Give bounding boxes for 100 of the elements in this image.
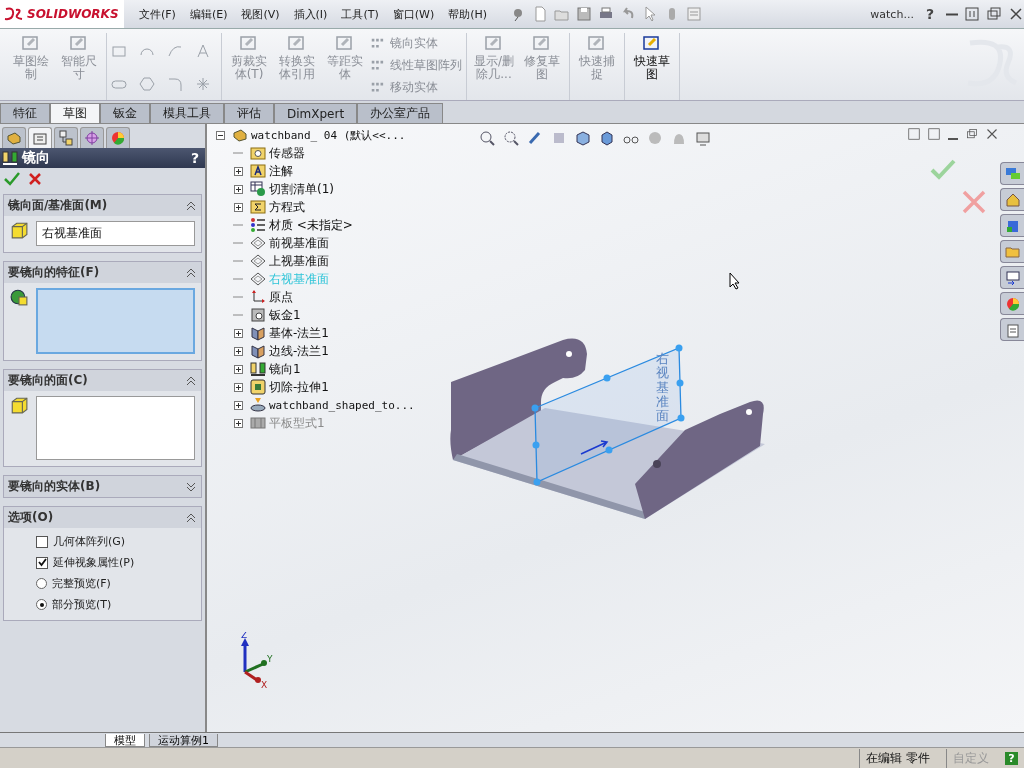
help-button[interactable]: ? <box>190 150 199 166</box>
command-tab[interactable]: 草图 <box>50 103 100 123</box>
menu-item[interactable]: 文件(F) <box>134 4 181 24</box>
expand-icon[interactable] <box>185 481 197 492</box>
tree-item[interactable]: 传感器 <box>269 144 305 162</box>
home-icon <box>1004 191 1021 208</box>
tree-item[interactable]: 材质 <未指定> <box>269 216 353 234</box>
tree-item[interactable]: 原点 <box>269 288 293 306</box>
expand-toggle[interactable] <box>233 184 243 194</box>
expand-toggle[interactable] <box>233 364 243 374</box>
tree-item[interactable]: 切除-拉伸1 <box>269 378 329 396</box>
tree-item[interactable]: 切割清单(1) <box>269 180 334 198</box>
axis-triad-drawing: Z Y X <box>237 632 277 688</box>
restore-icon <box>986 6 1002 22</box>
checkbox[interactable] <box>36 535 48 548</box>
material-icon <box>250 217 266 233</box>
tree-item[interactable]: 镜向1 <box>269 360 301 378</box>
ribbon-button[interactable]: 快速草图 <box>629 33 675 100</box>
expand-toggle[interactable] <box>233 400 243 410</box>
sigma-folder-icon <box>250 199 266 215</box>
minimize-icon[interactable] <box>946 12 958 16</box>
tree-item[interactable]: 边线-法兰1 <box>269 342 329 360</box>
radio-button[interactable] <box>36 599 47 610</box>
tree-root[interactable]: watchband_ 04 (默认<<... <box>251 127 406 143</box>
task-pane-tab[interactable] <box>1000 292 1024 315</box>
task-pane-tab[interactable] <box>1000 188 1024 211</box>
check-icon[interactable] <box>930 158 956 180</box>
configuration-icon <box>58 130 74 146</box>
task-pane-tab[interactable] <box>1000 162 1024 185</box>
tree-item[interactable]: 上视基准面 <box>269 252 329 270</box>
feature-icon <box>10 288 28 306</box>
panel-tab[interactable] <box>106 127 130 148</box>
collapse-icon[interactable] <box>185 512 197 523</box>
command-tab[interactable]: 钣金 <box>100 103 150 123</box>
flange-icon <box>250 325 266 341</box>
grid-icon <box>370 58 384 73</box>
document-title: watch... <box>870 7 914 21</box>
task-pane-tab[interactable] <box>1000 318 1024 341</box>
selection-list[interactable] <box>36 396 195 460</box>
expand-toggle[interactable] <box>233 418 243 428</box>
grid-icon <box>370 36 384 51</box>
collapse-icon[interactable] <box>185 267 197 278</box>
help-icon[interactable]: ? <box>1005 751 1018 765</box>
radio-button[interactable] <box>36 578 47 589</box>
sheet-metal-icon <box>250 307 266 323</box>
task-pane-tab[interactable] <box>1000 214 1024 237</box>
view-palette-icon <box>1004 269 1021 286</box>
panel-tab[interactable] <box>54 127 78 148</box>
model-tab[interactable]: 模型 <box>105 734 145 747</box>
panel-tab[interactable] <box>2 127 26 148</box>
option-label: 延伸视象属性(P) <box>53 555 135 570</box>
command-tab[interactable]: 特征 <box>0 103 50 123</box>
task-pane-tab[interactable] <box>1000 266 1024 289</box>
tree-item[interactable]: 方程式 <box>269 198 305 216</box>
menu-item[interactable]: 工具(T) <box>336 4 384 24</box>
collapse-icon[interactable] <box>185 200 197 211</box>
panel-tab[interactable] <box>80 127 104 148</box>
command-tab[interactable]: 办公室产品 <box>357 103 444 123</box>
face-icon <box>10 396 28 414</box>
menu-item[interactable]: 插入(I) <box>288 4 333 24</box>
mirror-icon <box>2 150 18 166</box>
section-title: 要镜向的面(C) <box>8 372 88 389</box>
command-tab[interactable]: 模具工具 <box>150 103 224 123</box>
menu-item[interactable]: 视图(V) <box>236 4 285 24</box>
collapse-toggle[interactable] <box>215 130 225 140</box>
help-button[interactable]: ? <box>919 6 940 22</box>
polygon-icon <box>139 75 155 92</box>
tree-item[interactable]: 注解 <box>269 162 293 180</box>
check-icon[interactable] <box>4 172 20 186</box>
expand-toggle[interactable] <box>233 346 243 356</box>
part-tree-icon <box>6 130 22 146</box>
chat-bubbles-icon <box>1004 165 1021 182</box>
menu-item[interactable]: 窗口(W) <box>387 4 440 24</box>
text-icon <box>195 43 211 59</box>
plane-label: 右视基准面 <box>656 352 669 424</box>
display-style-icon <box>599 130 615 146</box>
menu-item[interactable]: 编辑(E) <box>184 4 233 24</box>
face-icon <box>10 221 28 239</box>
expand-toggle[interactable] <box>233 202 243 212</box>
menu-item[interactable]: 帮助(H) <box>443 4 493 24</box>
close-icon[interactable] <box>28 172 42 186</box>
selection-field[interactable]: 右视基准面 <box>36 221 195 246</box>
option-label: 几何体阵列(G) <box>53 534 126 549</box>
expand-toggle[interactable] <box>233 382 243 392</box>
command-tab[interactable]: 评估 <box>224 103 274 123</box>
panel-tab[interactable] <box>28 127 52 148</box>
expand-toggle[interactable] <box>233 166 243 176</box>
tree-item[interactable]: 钣金1 <box>269 306 301 324</box>
library-feature-icon <box>250 397 266 413</box>
tree-item[interactable]: 前视基准面 <box>269 234 329 252</box>
tree-item[interactable]: watchband_shaped_to... <box>269 398 415 412</box>
monitor-icon <box>695 130 711 146</box>
close-icon <box>1008 6 1024 22</box>
expand-toggle[interactable] <box>233 328 243 338</box>
collapse-icon[interactable] <box>185 375 197 386</box>
model-tab[interactable]: 运动算例1 <box>149 734 218 747</box>
tree-item[interactable]: 基体-法兰1 <box>269 324 329 342</box>
section-title: 镜向面/基准面(M) <box>8 197 108 214</box>
checkbox[interactable] <box>36 556 48 569</box>
command-tab[interactable]: DimXpert <box>274 103 358 123</box>
